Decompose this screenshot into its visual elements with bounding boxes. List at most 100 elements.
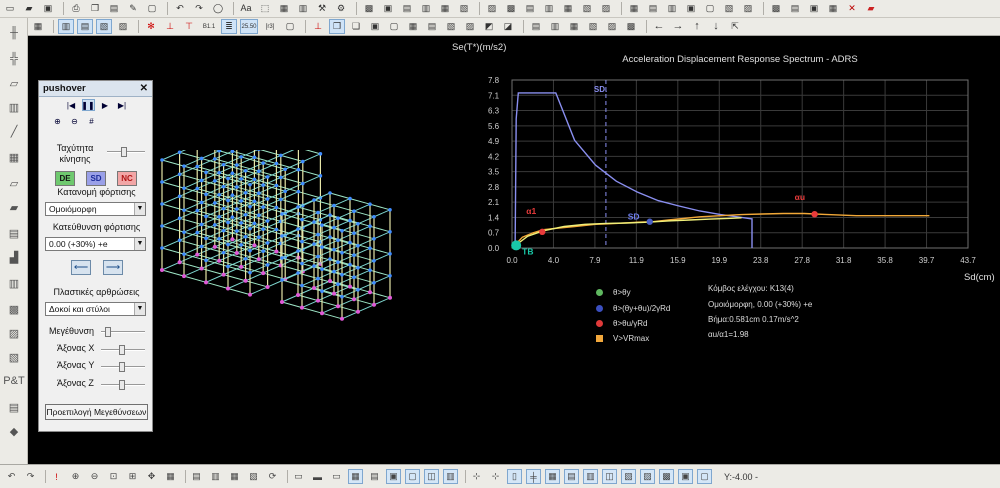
chart-icon[interactable]: ▧ [4, 348, 24, 366]
new-file-icon[interactable]: ▭ [2, 1, 18, 16]
axis-z-slider[interactable] [101, 380, 145, 390]
table-icon[interactable]: ▥ [664, 1, 680, 16]
line-icon[interactable]: ▭ [329, 469, 344, 484]
chart-icon[interactable]: ▨ [4, 324, 24, 342]
zoom-in-icon[interactable]: ⊕ [68, 469, 83, 484]
grid-icon[interactable]: ▨ [115, 19, 131, 34]
copy-icon[interactable]: ❐ [87, 1, 103, 16]
snap-icon[interactable]: ▩ [659, 469, 674, 484]
cube-icon[interactable]: ◪ [500, 19, 516, 34]
window-icon[interactable]: ▦ [437, 1, 453, 16]
window-icon[interactable]: ▧ [443, 19, 459, 34]
arrow-up-icon[interactable]: ↑ [689, 19, 705, 34]
plastic-hinges-select[interactable]: Δοκοί και στύλοι ▼ [45, 302, 146, 316]
line-icon[interactable]: ▭ [291, 469, 306, 484]
select-icon[interactable]: ⬚ [257, 1, 273, 16]
load-direction-select[interactable]: 0.00 (+30%) +e ▼ [45, 237, 146, 251]
snap-icon[interactable]: ▤ [189, 469, 204, 484]
grid-icon[interactable]: ▥ [295, 1, 311, 16]
ortho-icon[interactable]: ▥ [208, 469, 223, 484]
window-icon[interactable]: ▦ [405, 19, 421, 34]
box-icon[interactable]: ▢ [282, 19, 298, 34]
snap-icon[interactable]: ▨ [640, 469, 655, 484]
table-icon[interactable]: ▧ [585, 19, 601, 34]
save-icon[interactable]: ▣ [40, 1, 56, 16]
table-icon[interactable]: ▨ [740, 1, 756, 16]
table-icon[interactable]: ▦ [348, 469, 363, 484]
play-icon[interactable]: ▶ [99, 99, 112, 111]
zoom-all-icon[interactable]: ⊞ [125, 469, 140, 484]
undo-icon[interactable]: ↶ [4, 469, 19, 484]
window-icon[interactable]: ▤ [424, 19, 440, 34]
grid-icon[interactable]: ▤ [522, 1, 538, 16]
table-icon[interactable]: ▤ [367, 469, 382, 484]
table-icon[interactable]: ▤ [4, 224, 24, 242]
window-icon[interactable]: ▣ [367, 19, 383, 34]
window-icon[interactable]: ▥ [418, 1, 434, 16]
b2-label[interactable]: 25.50 [240, 19, 258, 34]
structural-model-3d[interactable] [150, 150, 410, 380]
snap-icon[interactable]: ◫ [602, 469, 617, 484]
table-icon[interactable]: ▩ [623, 19, 639, 34]
grid-icon[interactable]: ▨ [484, 1, 500, 16]
redo-icon[interactable]: ↷ [23, 469, 38, 484]
open-folder-icon[interactable]: ▰ [21, 1, 37, 16]
export-icon[interactable]: ⇱ [727, 19, 743, 34]
window-icon[interactable]: ▤ [399, 1, 415, 16]
list-icon[interactable]: ≣ [221, 19, 237, 34]
cross-section-icon[interactable]: ▤ [528, 19, 544, 34]
chart-icon[interactable]: ▤ [787, 1, 803, 16]
arrow-down-icon[interactable]: ↓ [708, 19, 724, 34]
layers-icon[interactable]: ▦ [227, 469, 242, 484]
grid-icon[interactable]: # [85, 115, 98, 127]
last-frame-icon[interactable]: ▶| [116, 99, 129, 111]
window-icon[interactable]: ▧ [456, 1, 472, 16]
chart-icon[interactable]: ▩ [4, 300, 24, 318]
zoom-out-icon[interactable]: ⊖ [68, 115, 81, 127]
slab-icon[interactable]: ▱ [4, 74, 24, 92]
cube-icon[interactable]: ◩ [481, 19, 497, 34]
defaults-button[interactable]: Προεπιλογή Μεγεθύνσεων [45, 404, 148, 420]
wall-icon[interactable]: ▥ [4, 274, 24, 292]
column-icon[interactable]: ╫ [4, 24, 24, 42]
paste-icon[interactable]: ▤ [106, 1, 122, 16]
grid-icon[interactable]: ▦ [163, 469, 178, 484]
snap-icon[interactable]: ▢ [697, 469, 712, 484]
select-icon[interactable]: ▧ [96, 19, 112, 34]
grid-icon[interactable]: ▥ [58, 19, 74, 34]
view-icon[interactable]: ▣ [386, 469, 401, 484]
hinge-icon[interactable]: ✻ [143, 19, 159, 34]
settings-icon[interactable]: ⚙ [333, 1, 349, 16]
axis-y-slider[interactable] [101, 362, 145, 372]
snap-icon[interactable]: ▣ [678, 469, 693, 484]
table-icon[interactable]: ▥ [547, 19, 563, 34]
grid-icon[interactable]: ▩ [503, 1, 519, 16]
view-icon[interactable]: ▦ [30, 19, 46, 34]
text-icon[interactable]: Aa [238, 1, 254, 16]
grid-icon[interactable]: ▥ [541, 1, 557, 16]
close-icon[interactable]: ✕ [140, 83, 148, 94]
sd-button[interactable]: SD [86, 171, 106, 186]
chart-icon[interactable]: ▩ [361, 1, 377, 16]
snap-icon[interactable]: ▦ [545, 469, 560, 484]
arrow-left-icon[interactable]: ← [651, 19, 667, 34]
table-icon[interactable]: ▧ [246, 469, 261, 484]
b1-label[interactable]: B1.1 [200, 19, 218, 34]
beam-icon[interactable]: ╱ [4, 122, 24, 140]
pause-icon[interactable]: ❚❚ [81, 99, 95, 111]
window-icon[interactable]: ▣ [380, 1, 396, 16]
table-icon[interactable]: ▦ [566, 19, 582, 34]
grid-icon[interactable]: ▨ [598, 1, 614, 16]
move-icon[interactable]: ⊹ [488, 469, 503, 484]
b3-label[interactable]: [r3] [261, 19, 279, 34]
tools-icon[interactable]: ⚒ [314, 1, 330, 16]
table-icon[interactable]: ▨ [604, 19, 620, 34]
speed-slider[interactable] [107, 147, 145, 157]
snap-icon[interactable]: ╪ [526, 469, 541, 484]
table-icon[interactable]: ▦ [626, 1, 642, 16]
building-icon[interactable]: ▥ [4, 98, 24, 116]
table-icon[interactable]: ▤ [645, 1, 661, 16]
view-icon[interactable]: ▢ [405, 469, 420, 484]
zoom-out-icon[interactable]: ⊖ [87, 469, 102, 484]
window-icon[interactable]: ▦ [276, 1, 292, 16]
